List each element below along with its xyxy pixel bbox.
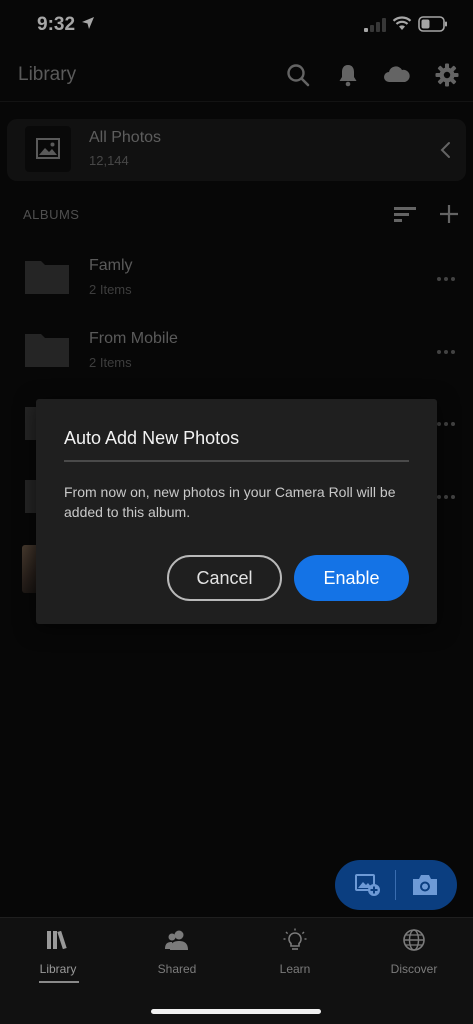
enable-button[interactable]: Enable — [294, 555, 409, 601]
dialog-divider — [64, 460, 409, 462]
tab-discover[interactable]: Discover — [364, 928, 464, 988]
active-tab-indicator — [39, 981, 79, 983]
tab-label: Discover — [390, 962, 438, 976]
tab-label: Library — [39, 962, 77, 976]
auto-add-dialog: Auto Add New Photos From now on, new pho… — [36, 399, 437, 624]
dialog-message: From now on, new photos in your Camera R… — [64, 484, 396, 520]
fab-divider — [395, 870, 396, 900]
lightbulb-icon — [283, 928, 307, 950]
cancel-button[interactable]: Cancel — [167, 555, 282, 601]
add-photo-icon[interactable] — [355, 873, 381, 897]
shared-people-icon — [165, 930, 188, 950]
dialog-title: Auto Add New Photos — [64, 428, 240, 448]
tab-library[interactable]: Library — [8, 928, 108, 988]
floating-action-button — [335, 860, 457, 910]
library-icon — [47, 930, 67, 950]
tab-shared[interactable]: Shared — [127, 928, 227, 988]
globe-icon — [403, 929, 425, 951]
home-indicator[interactable] — [151, 1009, 321, 1014]
tab-label: Learn — [279, 962, 311, 976]
tab-learn[interactable]: Learn — [245, 928, 345, 988]
tab-label: Shared — [157, 962, 197, 976]
camera-icon[interactable] — [411, 873, 439, 897]
bottom-tab-bar: Library Shared Learn Discover — [0, 917, 473, 1024]
